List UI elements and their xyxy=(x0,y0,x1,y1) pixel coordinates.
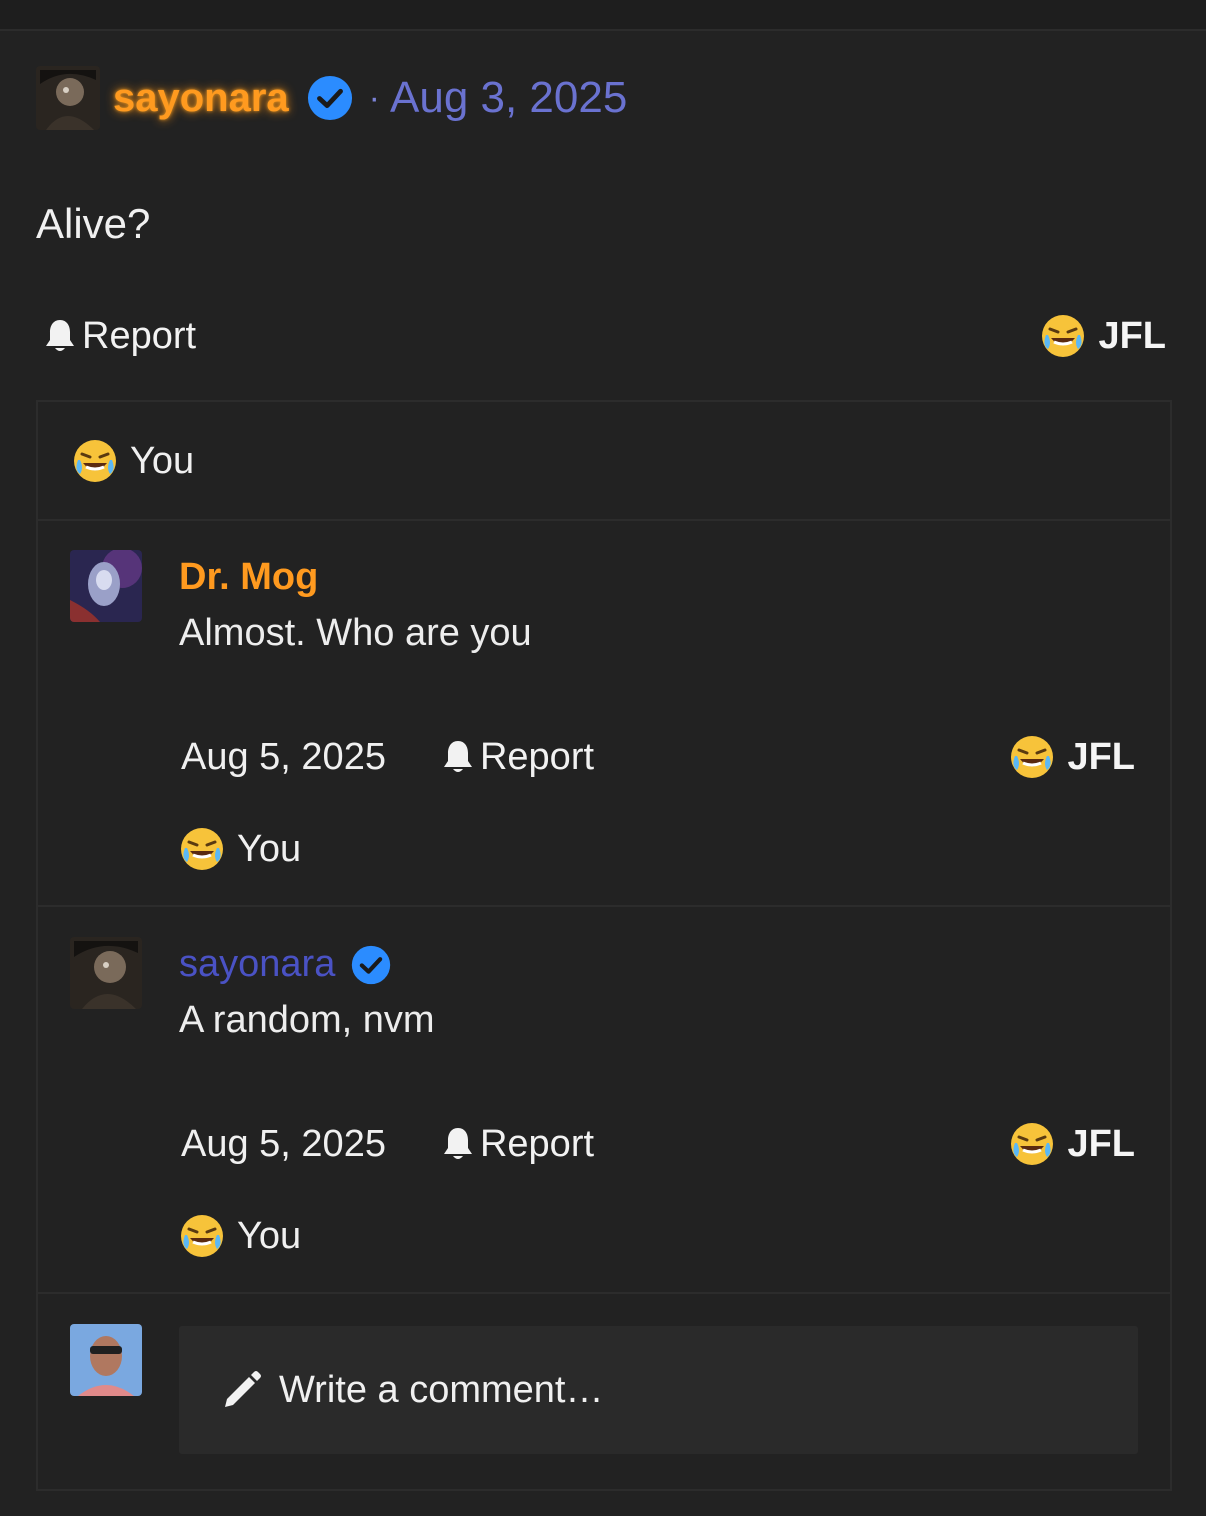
comment-text: A random, nvm xyxy=(179,999,435,1041)
crying-laughing-emoji-icon xyxy=(1042,315,1085,357)
bell-icon xyxy=(46,320,74,351)
commenter-name[interactable]: sayonara xyxy=(179,943,391,986)
comment-actions: Aug 5, 2025 Report JFL xyxy=(181,734,1135,780)
report-label: Report xyxy=(479,1122,595,1165)
commenter-name-label: sayonara xyxy=(179,943,336,985)
post-reacted-by: You xyxy=(72,438,194,484)
reacted-by-label: You xyxy=(130,439,195,482)
jfl-label: JFL xyxy=(1098,314,1166,357)
commenter-name[interactable]: Dr. Mog xyxy=(179,556,318,599)
report-label: Report xyxy=(479,735,595,778)
verified-badge-icon xyxy=(307,75,352,121)
post-date[interactable]: Aug 3, 2025 xyxy=(390,73,627,123)
report-button[interactable]: Report xyxy=(442,1123,594,1166)
current-user-avatar[interactable] xyxy=(70,1324,142,1396)
crying-laughing-emoji-icon xyxy=(74,440,116,482)
bell-icon xyxy=(443,1128,472,1159)
comment-actions: Aug 5, 2025 Report JFL xyxy=(181,1121,1135,1167)
crying-laughing-emoji-icon xyxy=(1011,736,1054,778)
crying-laughing-emoji-icon xyxy=(181,1215,223,1257)
comment-date[interactable]: Aug 5, 2025 xyxy=(181,1123,386,1166)
jfl-reaction-button[interactable]: JFL xyxy=(1040,313,1166,359)
reacted-by-label: You xyxy=(237,827,302,870)
comment-item: sayonara A random, nvm Aug 5, 2025 Repor… xyxy=(38,907,1170,1292)
comments-panel: You Dr. Mog Almost. Who are you Aug 5, 2… xyxy=(36,400,1172,1491)
reacted-by-label: You xyxy=(237,1214,302,1257)
report-label: Report xyxy=(82,314,197,357)
divider xyxy=(38,1292,1170,1294)
post-actions: Report JFL xyxy=(44,310,1166,362)
post-header: sayonara · Aug 3, 2025 xyxy=(36,66,627,130)
separator-dot: · xyxy=(368,78,380,117)
op-avatar[interactable] xyxy=(36,66,100,130)
comment-text: Almost. Who are you xyxy=(179,612,532,654)
jfl-reaction-button[interactable]: JFL xyxy=(1009,734,1135,780)
comment-date[interactable]: Aug 5, 2025 xyxy=(181,736,386,779)
jfl-label: JFL xyxy=(1067,735,1135,778)
report-button[interactable]: Report xyxy=(442,736,594,779)
verified-badge-icon xyxy=(352,945,391,984)
report-button[interactable]: Report xyxy=(44,315,196,358)
bell-icon xyxy=(443,741,472,772)
comment-reacted-by: You xyxy=(179,1213,301,1259)
comment-reacted-by: You xyxy=(179,826,301,872)
comment-input-placeholder: Write a comment… xyxy=(279,1368,604,1411)
op-username[interactable]: sayonara xyxy=(113,76,289,121)
jfl-label: JFL xyxy=(1067,1122,1135,1165)
commenter-avatar[interactable] xyxy=(70,550,142,622)
commenter-avatar[interactable] xyxy=(70,937,142,1009)
crying-laughing-emoji-icon xyxy=(181,828,223,870)
comment-input[interactable]: Write a comment… xyxy=(179,1326,1138,1454)
post-body: Alive? xyxy=(36,200,151,247)
crying-laughing-emoji-icon xyxy=(1011,1123,1054,1165)
top-bar xyxy=(0,0,1206,31)
comment-item: Dr. Mog Almost. Who are you Aug 5, 2025 … xyxy=(38,520,1170,905)
jfl-reaction-button[interactable]: JFL xyxy=(1009,1121,1135,1167)
pencil-icon xyxy=(225,1371,261,1407)
